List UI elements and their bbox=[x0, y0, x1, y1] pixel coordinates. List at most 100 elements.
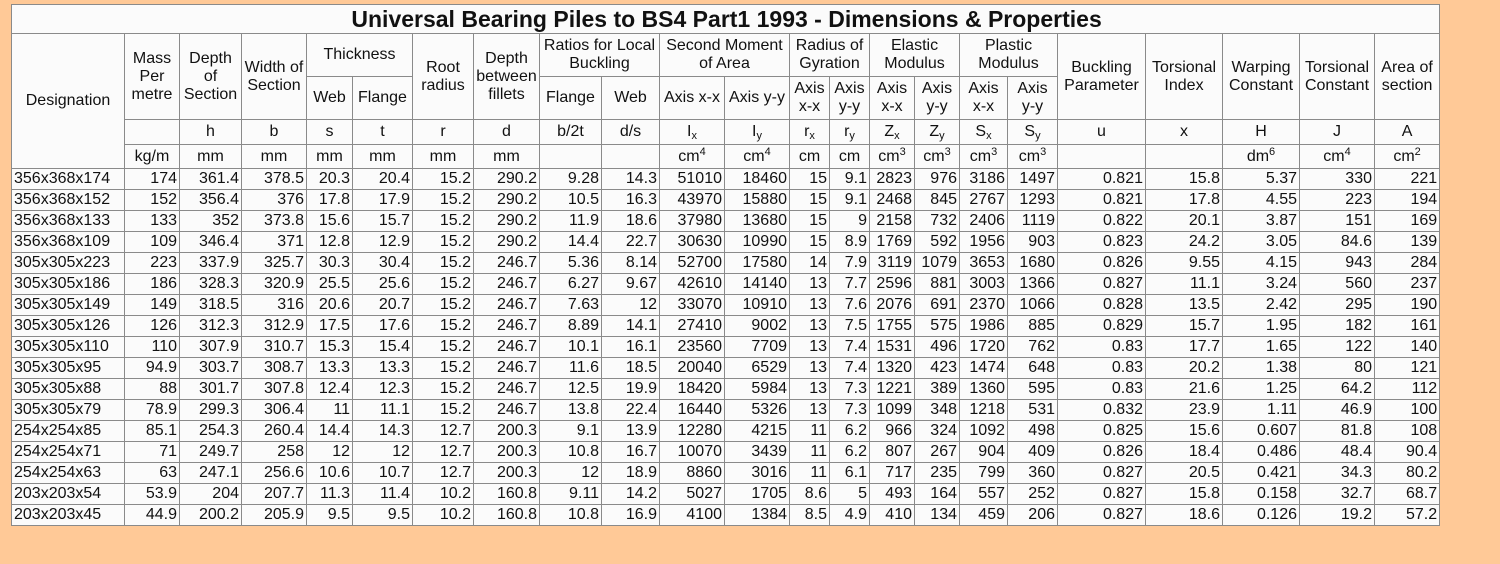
value-cell[interactable]: 0.607 bbox=[1222, 420, 1300, 442]
value-cell[interactable]: 30630 bbox=[659, 231, 725, 253]
value-cell[interactable]: 0.821 bbox=[1057, 189, 1146, 211]
value-cell[interactable]: 258 bbox=[241, 441, 307, 463]
value-cell[interactable]: 11 bbox=[306, 399, 353, 421]
value-cell[interactable]: 13 bbox=[789, 294, 830, 316]
designation-cell[interactable]: 305x305x88 bbox=[11, 378, 125, 400]
value-cell[interactable]: 15.2 bbox=[412, 231, 474, 253]
value-cell[interactable]: 1.25 bbox=[1222, 378, 1300, 400]
value-cell[interactable]: 235 bbox=[914, 462, 960, 484]
value-cell[interactable]: 13 bbox=[789, 336, 830, 358]
value-cell[interactable]: 10.2 bbox=[412, 483, 474, 505]
value-cell[interactable]: 122 bbox=[1299, 336, 1375, 358]
value-cell[interactable]: 8.9 bbox=[829, 231, 870, 253]
value-cell[interactable]: 2823 bbox=[869, 168, 915, 190]
value-cell[interactable]: 200.2 bbox=[179, 504, 242, 526]
value-cell[interactable]: 23560 bbox=[659, 336, 725, 358]
value-cell[interactable]: 0.83 bbox=[1057, 336, 1146, 358]
value-cell[interactable]: 1066 bbox=[1007, 294, 1058, 316]
value-cell[interactable]: 325.7 bbox=[241, 252, 307, 274]
designation-cell[interactable]: 254x254x63 bbox=[11, 462, 125, 484]
value-cell[interactable]: 9.11 bbox=[539, 483, 602, 505]
value-cell[interactable]: 15.2 bbox=[412, 294, 474, 316]
value-cell[interactable]: 531 bbox=[1007, 399, 1058, 421]
value-cell[interactable]: 1.38 bbox=[1222, 357, 1300, 379]
value-cell[interactable]: 13680 bbox=[724, 210, 790, 232]
value-cell[interactable]: 10.8 bbox=[539, 504, 602, 526]
value-cell[interactable]: 12.3 bbox=[352, 378, 413, 400]
value-cell[interactable]: 206 bbox=[1007, 504, 1058, 526]
value-cell[interactable]: 10070 bbox=[659, 441, 725, 463]
value-cell[interactable]: 160.8 bbox=[473, 504, 540, 526]
value-cell[interactable]: 9.5 bbox=[352, 504, 413, 526]
value-cell[interactable]: 1986 bbox=[959, 315, 1008, 337]
value-cell[interactable]: 27410 bbox=[659, 315, 725, 337]
value-cell[interactable]: 21.6 bbox=[1145, 378, 1223, 400]
value-cell[interactable]: 15.2 bbox=[412, 378, 474, 400]
value-cell[interactable]: 9.55 bbox=[1145, 252, 1223, 274]
value-cell[interactable]: 352 bbox=[179, 210, 242, 232]
value-cell[interactable]: 12.7 bbox=[412, 441, 474, 463]
designation-cell[interactable]: 305x305x149 bbox=[11, 294, 125, 316]
value-cell[interactable]: 7.3 bbox=[829, 399, 870, 421]
value-cell[interactable]: 320.9 bbox=[241, 273, 307, 295]
value-cell[interactable]: 200.3 bbox=[473, 441, 540, 463]
value-cell[interactable]: 14.3 bbox=[352, 420, 413, 442]
value-cell[interactable]: 10.1 bbox=[539, 336, 602, 358]
value-cell[interactable]: 15.3 bbox=[306, 336, 353, 358]
value-cell[interactable]: 205.9 bbox=[241, 504, 307, 526]
value-cell[interactable]: 592 bbox=[914, 231, 960, 253]
value-cell[interactable]: 186 bbox=[124, 273, 180, 295]
value-cell[interactable]: 15880 bbox=[724, 189, 790, 211]
value-cell[interactable]: 1384 bbox=[724, 504, 790, 526]
value-cell[interactable]: 169 bbox=[1373, 210, 1441, 232]
value-cell[interactable]: 8.14 bbox=[601, 252, 660, 274]
value-cell[interactable]: 0.826 bbox=[1057, 441, 1146, 463]
value-cell[interactable]: 3.05 bbox=[1222, 231, 1300, 253]
value-cell[interactable]: 182 bbox=[1299, 315, 1375, 337]
value-cell[interactable]: 15.6 bbox=[306, 210, 353, 232]
value-cell[interactable]: 12.7 bbox=[412, 462, 474, 484]
designation-cell[interactable]: 356x368x133 bbox=[11, 210, 125, 232]
value-cell[interactable]: 0.827 bbox=[1057, 504, 1146, 526]
value-cell[interactable]: 9.1 bbox=[829, 168, 870, 190]
value-cell[interactable]: 15.2 bbox=[412, 357, 474, 379]
value-cell[interactable]: 194 bbox=[1373, 189, 1441, 211]
value-cell[interactable]: 0.126 bbox=[1222, 504, 1300, 526]
value-cell[interactable]: 2596 bbox=[869, 273, 915, 295]
value-cell[interactable]: 85.1 bbox=[124, 420, 180, 442]
value-cell[interactable]: 109 bbox=[124, 231, 180, 253]
value-cell[interactable]: 1221 bbox=[869, 378, 915, 400]
value-cell[interactable]: 20.1 bbox=[1145, 210, 1223, 232]
designation-cell[interactable]: 305x305x223 bbox=[11, 252, 125, 274]
value-cell[interactable]: 346.4 bbox=[179, 231, 242, 253]
value-cell[interactable]: 18.5 bbox=[601, 357, 660, 379]
value-cell[interactable]: 11.9 bbox=[539, 210, 602, 232]
value-cell[interactable]: 943 bbox=[1299, 252, 1375, 274]
value-cell[interactable]: 2468 bbox=[869, 189, 915, 211]
value-cell[interactable]: 11.1 bbox=[1145, 273, 1223, 295]
value-cell[interactable]: 9.5 bbox=[306, 504, 353, 526]
value-cell[interactable]: 5326 bbox=[724, 399, 790, 421]
value-cell[interactable]: 246.7 bbox=[473, 336, 540, 358]
value-cell[interactable]: 1680 bbox=[1007, 252, 1058, 274]
value-cell[interactable]: 0.158 bbox=[1222, 483, 1300, 505]
value-cell[interactable]: 1079 bbox=[914, 252, 960, 274]
value-cell[interactable]: 161 bbox=[1373, 315, 1441, 337]
value-cell[interactable]: 260.4 bbox=[241, 420, 307, 442]
value-cell[interactable]: 15.4 bbox=[352, 336, 413, 358]
value-cell[interactable]: 12.7 bbox=[412, 420, 474, 442]
value-cell[interactable]: 6.2 bbox=[829, 441, 870, 463]
value-cell[interactable]: 0.486 bbox=[1222, 441, 1300, 463]
value-cell[interactable]: 6.1 bbox=[829, 462, 870, 484]
value-cell[interactable]: 423 bbox=[914, 357, 960, 379]
value-cell[interactable]: 5 bbox=[829, 483, 870, 505]
value-cell[interactable]: 299.3 bbox=[179, 399, 242, 421]
value-cell[interactable]: 78.9 bbox=[124, 399, 180, 421]
value-cell[interactable]: 53.9 bbox=[124, 483, 180, 505]
value-cell[interactable]: 2370 bbox=[959, 294, 1008, 316]
value-cell[interactable]: 16440 bbox=[659, 399, 725, 421]
value-cell[interactable]: 152 bbox=[124, 189, 180, 211]
value-cell[interactable]: 5.37 bbox=[1222, 168, 1300, 190]
value-cell[interactable]: 9 bbox=[829, 210, 870, 232]
value-cell[interactable]: 12 bbox=[306, 441, 353, 463]
